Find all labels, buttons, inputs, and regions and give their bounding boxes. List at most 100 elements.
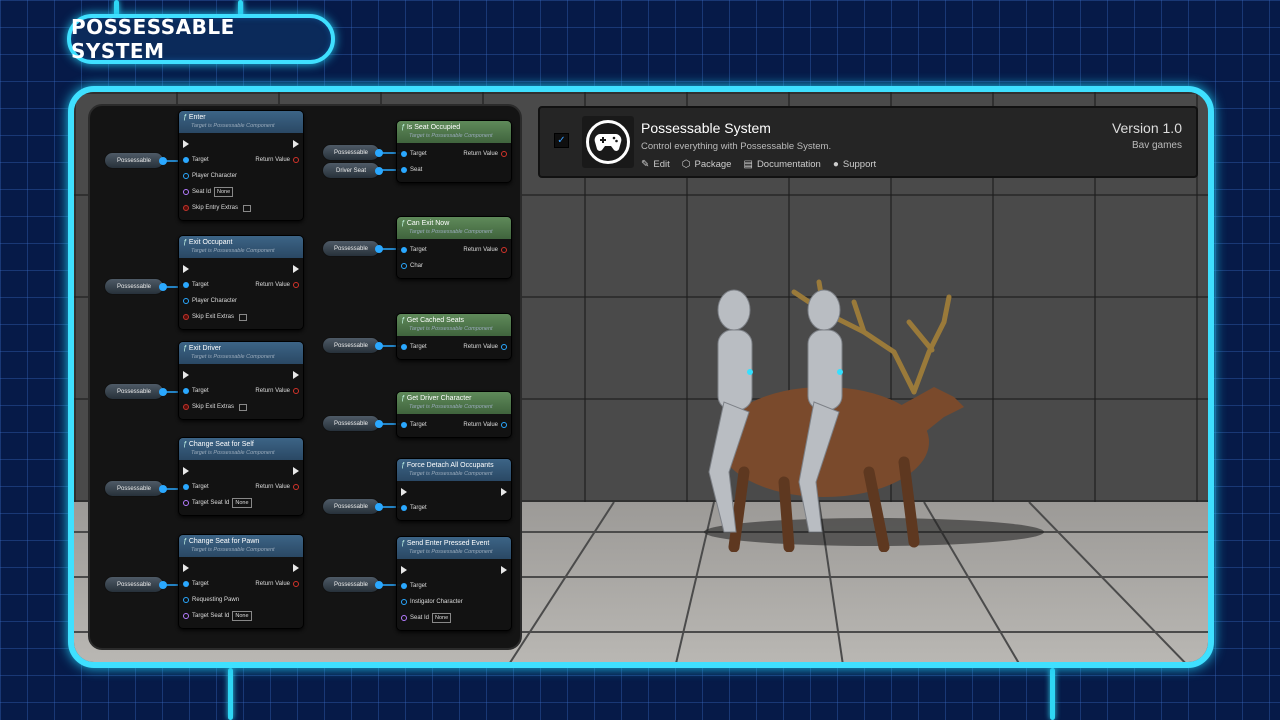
exec-out-pin[interactable] <box>293 140 299 148</box>
target-pin[interactable] <box>183 484 189 490</box>
node-subtitle: Target is Possessable Component <box>409 229 493 235</box>
seat-pin[interactable] <box>401 167 407 173</box>
return-pin[interactable] <box>293 484 299 490</box>
node-force-detach[interactable]: Force Detach All OccupantsTarget is Poss… <box>396 458 512 521</box>
none-value[interactable]: None <box>214 187 234 197</box>
return-pin[interactable] <box>501 247 507 253</box>
skip-checkbox[interactable] <box>239 403 248 411</box>
var-possessable[interactable]: Possessable <box>322 337 383 354</box>
var-possessable[interactable]: Possessable <box>322 415 383 432</box>
pawn-pin[interactable] <box>183 597 189 603</box>
node-is-seat-occupied[interactable]: Is Seat OccupiedTarget is Possessable Co… <box>396 120 512 183</box>
seat-id-pin[interactable] <box>183 189 189 195</box>
var-possessable[interactable]: Possessable <box>322 498 383 515</box>
var-possessable[interactable]: Possessable <box>322 144 383 161</box>
exec-in-pin[interactable] <box>183 140 189 148</box>
exec-in-pin[interactable] <box>183 564 189 572</box>
target-pin[interactable] <box>401 247 407 253</box>
none-value[interactable]: None <box>232 498 252 508</box>
skip-pin[interactable] <box>183 205 189 211</box>
exec-in-pin[interactable] <box>401 488 407 496</box>
node-send-enter-pressed[interactable]: Send Enter Pressed EventTarget is Posses… <box>396 536 512 631</box>
none-value[interactable]: None <box>232 611 252 621</box>
var-possessable[interactable]: Possessable <box>322 576 383 593</box>
documentation-link[interactable]: ▤ Documentation <box>743 159 820 170</box>
seat-id-pin[interactable] <box>183 500 189 506</box>
node-enter[interactable]: EnterTarget is Possessable Component Tar… <box>178 110 304 221</box>
target-pin[interactable] <box>401 344 407 350</box>
pin-label: Seat <box>410 167 423 173</box>
blueprint-graph-panel[interactable]: Possessable Possessable Possessable Poss… <box>88 104 522 650</box>
target-pin[interactable] <box>183 581 189 587</box>
var-possessable[interactable]: Possessable <box>104 278 167 295</box>
plugin-entry[interactable]: ✓ Possessable System Control everything … <box>538 106 1198 178</box>
exec-out-pin[interactable] <box>501 488 507 496</box>
var-possessable[interactable]: Possessable <box>104 152 167 169</box>
var-label: Possessable <box>333 149 369 156</box>
skip-checkbox[interactable] <box>239 313 248 321</box>
target-pin[interactable] <box>401 583 407 589</box>
node-get-cached-seats[interactable]: Get Cached SeatsTarget is Possessable Co… <box>396 313 512 360</box>
node-subtitle: Target is Possessable Component <box>409 471 493 477</box>
player-pin[interactable] <box>183 298 189 304</box>
exec-in-pin[interactable] <box>183 371 189 379</box>
pin-label: Target Seat Id <box>192 500 230 506</box>
pin-label: Char <box>410 263 424 269</box>
skip-pin[interactable] <box>183 314 189 320</box>
var-possessable[interactable]: Possessable <box>104 576 167 593</box>
target-pin[interactable] <box>401 422 407 428</box>
pin-label: Target <box>192 157 209 163</box>
pin-label: Target <box>410 151 427 157</box>
package-link[interactable]: ⬡ Package <box>682 159 732 170</box>
none-value[interactable]: None <box>432 613 452 623</box>
var-possessable[interactable]: Possessable <box>104 480 167 497</box>
exec-out-pin[interactable] <box>293 371 299 379</box>
return-pin[interactable] <box>293 388 299 394</box>
edit-link[interactable]: ✎ Edit <box>641 159 670 170</box>
exec-out-pin[interactable] <box>501 566 507 574</box>
node-get-driver-character[interactable]: Get Driver CharacterTarget is Possessabl… <box>396 391 512 438</box>
instigator-pin[interactable] <box>401 599 407 605</box>
target-pin[interactable] <box>401 505 407 511</box>
node-exit-driver[interactable]: Exit DriverTarget is Possessable Compone… <box>178 341 304 420</box>
book-icon: ▤ <box>743 159 753 170</box>
exec-in-pin[interactable] <box>183 467 189 475</box>
pin-label: Requesting Pawn <box>192 597 240 603</box>
char-pin[interactable] <box>401 263 407 269</box>
node-can-exit-now[interactable]: Can Exit NowTarget is Possessable Compon… <box>396 216 512 279</box>
return-pin[interactable] <box>293 581 299 587</box>
return-pin[interactable] <box>501 344 507 350</box>
return-pin[interactable] <box>501 151 507 157</box>
plugin-name: Possessable System <box>641 120 771 136</box>
seat-id-pin[interactable] <box>401 615 407 621</box>
exec-in-pin[interactable] <box>401 566 407 574</box>
var-possessable[interactable]: Possessable <box>322 240 383 257</box>
seat-id-pin[interactable] <box>183 613 189 619</box>
support-link[interactable]: ● Support <box>833 159 876 170</box>
exec-out-pin[interactable] <box>293 564 299 572</box>
skip-checkbox[interactable] <box>243 204 252 212</box>
exec-out-pin[interactable] <box>293 467 299 475</box>
pin-label: Target Seat Id <box>192 613 230 619</box>
return-pin[interactable] <box>293 157 299 163</box>
player-pin[interactable] <box>183 173 189 179</box>
exec-in-pin[interactable] <box>183 265 189 273</box>
skip-pin[interactable] <box>183 404 189 410</box>
node-title: Is Seat Occupied <box>401 123 507 132</box>
target-pin[interactable] <box>183 282 189 288</box>
target-pin[interactable] <box>183 157 189 163</box>
plugin-enabled-checkbox[interactable]: ✓ <box>554 133 569 148</box>
var-possessable[interactable]: Possessable <box>104 383 167 400</box>
target-pin[interactable] <box>183 388 189 394</box>
node-exit-occupant[interactable]: Exit OccupantTarget is Possessable Compo… <box>178 235 304 330</box>
speech-bubble-icon: ● <box>832 159 839 170</box>
node-change-seat-pawn[interactable]: Change Seat for PawnTarget is Possessabl… <box>178 534 304 629</box>
node-change-seat-self[interactable]: Change Seat for SelfTarget is Possessabl… <box>178 437 304 516</box>
pin-label: Return Value <box>255 282 290 288</box>
var-driver-seat[interactable]: Driver Seat <box>322 162 383 179</box>
deco-wire <box>1050 668 1055 720</box>
return-pin[interactable] <box>293 282 299 288</box>
exec-out-pin[interactable] <box>293 265 299 273</box>
target-pin[interactable] <box>401 151 407 157</box>
return-pin[interactable] <box>501 422 507 428</box>
